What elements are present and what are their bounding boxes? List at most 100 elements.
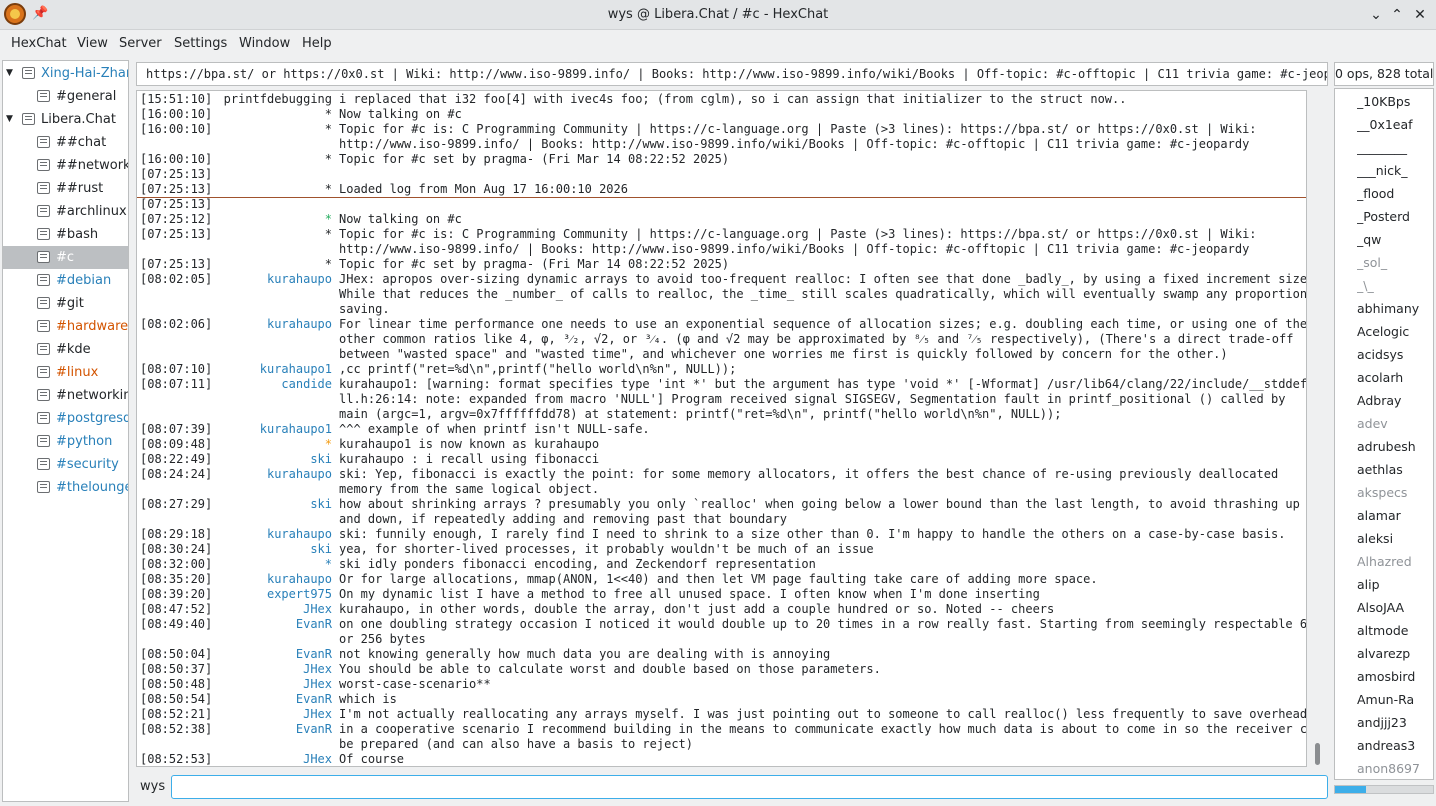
sidebar-item-debian[interactable]: #debian bbox=[3, 269, 128, 292]
nick-label[interactable]: * bbox=[325, 182, 332, 197]
user-list-item[interactable]: Acelogic bbox=[1357, 320, 1433, 343]
sidebar-item-networking[interactable]: ##networking bbox=[3, 154, 128, 177]
user-list-item[interactable]: Alhazred bbox=[1357, 550, 1433, 573]
nick-label[interactable]: kurahaupo bbox=[267, 467, 332, 482]
nick-label[interactable]: kurahaupo bbox=[267, 317, 332, 332]
user-list-item[interactable]: amosbird bbox=[1357, 665, 1433, 688]
close-icon[interactable]: ✕ bbox=[1410, 5, 1430, 25]
user-list-item[interactable]: _10KBps bbox=[1357, 90, 1433, 113]
menu-help[interactable]: Help bbox=[299, 34, 335, 54]
nick-label[interactable]: JHex bbox=[303, 602, 332, 617]
nick-label[interactable]: * bbox=[325, 257, 332, 272]
nick-label[interactable]: candide bbox=[281, 377, 332, 392]
nick-label[interactable]: * bbox=[325, 107, 332, 122]
user-list-item[interactable]: _Posterd bbox=[1357, 205, 1433, 228]
user-list-item[interactable]: _sol_ bbox=[1357, 251, 1433, 274]
user-list-item[interactable]: Adbray bbox=[1357, 389, 1433, 412]
user-list-item[interactable]: andreas3 bbox=[1357, 734, 1433, 757]
sidebar-item-c[interactable]: #c bbox=[3, 246, 128, 269]
nick-label[interactable]: printfdebugging bbox=[224, 92, 332, 107]
expand-arrow-icon[interactable]: ▼ bbox=[6, 108, 16, 131]
menu-hexchat[interactable]: HexChat bbox=[8, 34, 70, 54]
nick-label[interactable]: JHex bbox=[303, 752, 332, 766]
expand-arrow-icon[interactable]: ▼ bbox=[6, 62, 16, 85]
nick-label[interactable]: * bbox=[325, 227, 332, 242]
nick-label[interactable]: kurahaupo1 bbox=[260, 362, 332, 377]
user-list-item[interactable]: aethlas bbox=[1357, 458, 1433, 481]
maximize-icon[interactable]: ⌃ bbox=[1387, 5, 1407, 25]
nick-label[interactable]: * bbox=[325, 557, 332, 572]
pin-icon[interactable]: 📌 bbox=[32, 6, 48, 22]
user-list-item[interactable]: _flood bbox=[1357, 182, 1433, 205]
sidebar-item-linux[interactable]: #linux bbox=[3, 361, 128, 384]
menu-settings[interactable]: Settings bbox=[171, 34, 230, 54]
menu-view[interactable]: View bbox=[74, 34, 111, 54]
sidebar-item-hardware[interactable]: #hardware bbox=[3, 315, 128, 338]
user-list-item[interactable]: akspecs bbox=[1357, 481, 1433, 504]
user-list-item[interactable]: _\_ bbox=[1357, 274, 1433, 297]
sidebar-item-rust[interactable]: ##rust bbox=[3, 177, 128, 200]
user-list-item[interactable]: AlsoJAA bbox=[1357, 596, 1433, 619]
user-list-item[interactable]: aleksi bbox=[1357, 527, 1433, 550]
nick-label[interactable]: * bbox=[325, 437, 332, 452]
sidebar-item-chat[interactable]: ##chat bbox=[3, 131, 128, 154]
sidebar-item-git[interactable]: #git bbox=[3, 292, 128, 315]
sidebar-item-networking[interactable]: #networking bbox=[3, 384, 128, 407]
minimize-icon[interactable]: ⌄ bbox=[1366, 5, 1386, 25]
nick-label[interactable]: * bbox=[325, 212, 332, 227]
chat-log[interactable]: [15:51:10] printfdebugging i replaced that… bbox=[136, 90, 1307, 767]
user-list-item[interactable]: acidsys bbox=[1357, 343, 1433, 366]
sidebar-item-archlinux[interactable]: #archlinux bbox=[3, 200, 128, 223]
sidebar-item-security[interactable]: #security bbox=[3, 453, 128, 476]
sidebar-item-xing-hai-zhang[interactable]: ▼ Xing-Hai-Zhang bbox=[3, 62, 128, 85]
nick-label[interactable]: JHex bbox=[303, 677, 332, 692]
user-list-item[interactable]: adrubesh bbox=[1357, 435, 1433, 458]
nick-button[interactable]: wys bbox=[140, 776, 170, 798]
chat-scrollbar-thumb[interactable] bbox=[1315, 743, 1320, 765]
nick-label[interactable]: EvanR bbox=[296, 722, 332, 737]
nick-label[interactable]: kurahaupo bbox=[267, 527, 332, 542]
user-list-item[interactable]: _qw bbox=[1357, 228, 1433, 251]
menu-server[interactable]: Server bbox=[116, 34, 165, 54]
nick-label[interactable]: JHex bbox=[303, 707, 332, 722]
user-list-item[interactable]: __0x1eaf bbox=[1357, 113, 1433, 136]
user-list-item[interactable]: alvarezp bbox=[1357, 642, 1433, 665]
user-list-item[interactable]: Amun-Ra bbox=[1357, 688, 1433, 711]
sidebar-item-postgresql[interactable]: #postgresql bbox=[3, 407, 128, 430]
sidebar-item-python[interactable]: #python bbox=[3, 430, 128, 453]
user-list-item[interactable]: andjjj23 bbox=[1357, 711, 1433, 734]
user-list-item[interactable]: alip bbox=[1357, 573, 1433, 596]
sidebar-item-libera-chat[interactable]: ▼ Libera.Chat bbox=[3, 108, 128, 131]
user-list-item[interactable]: acolarh bbox=[1357, 366, 1433, 389]
sidebar-item-bash[interactable]: #bash bbox=[3, 223, 128, 246]
user-list-item[interactable]: ________ bbox=[1357, 136, 1433, 159]
nick-label[interactable]: kurahaupo bbox=[267, 272, 332, 287]
nick-label[interactable]: kurahaupo bbox=[267, 572, 332, 587]
nick-label[interactable]: EvanR bbox=[296, 617, 332, 632]
nick-label[interactable]: * bbox=[325, 152, 332, 167]
nick-label[interactable]: ski bbox=[310, 452, 332, 467]
nick-label[interactable]: * bbox=[325, 122, 332, 137]
menu-window[interactable]: Window bbox=[236, 34, 293, 54]
topic-bar[interactable]: https://bpa.st/ or https://0x0.st | Wiki… bbox=[136, 62, 1328, 86]
hexchat-logo-icon[interactable] bbox=[4, 3, 26, 25]
nick-label[interactable]: kurahaupo1 bbox=[260, 422, 332, 437]
nick-label[interactable]: EvanR bbox=[296, 692, 332, 707]
nick-label[interactable]: EvanR bbox=[296, 647, 332, 662]
sidebar-item-kde[interactable]: #kde bbox=[3, 338, 128, 361]
sidebar-item-general[interactable]: #general bbox=[3, 85, 128, 108]
nick-label[interactable]: expert975 bbox=[267, 587, 332, 602]
nick-label[interactable]: JHex bbox=[303, 662, 332, 677]
user-list[interactable]: _10KBps __0x1eaf ________ ___nick_ _flood _Po… bbox=[1334, 88, 1434, 780]
user-list-item[interactable]: abhimany bbox=[1357, 297, 1433, 320]
nick-label[interactable]: ski bbox=[310, 542, 332, 557]
user-list-item[interactable]: adev bbox=[1357, 412, 1433, 435]
user-list-item[interactable]: anon8697 bbox=[1357, 757, 1433, 779]
sidebar-item-thelounge[interactable]: #thelounge bbox=[3, 476, 128, 499]
user-list-item[interactable]: ___nick_ bbox=[1357, 159, 1433, 182]
user-list-item[interactable]: alamar bbox=[1357, 504, 1433, 527]
chat-scrollbar[interactable] bbox=[1310, 90, 1326, 767]
message-input[interactable] bbox=[171, 775, 1328, 799]
nick-label[interactable]: ski bbox=[310, 497, 332, 512]
user-list-item[interactable]: altmode bbox=[1357, 619, 1433, 642]
